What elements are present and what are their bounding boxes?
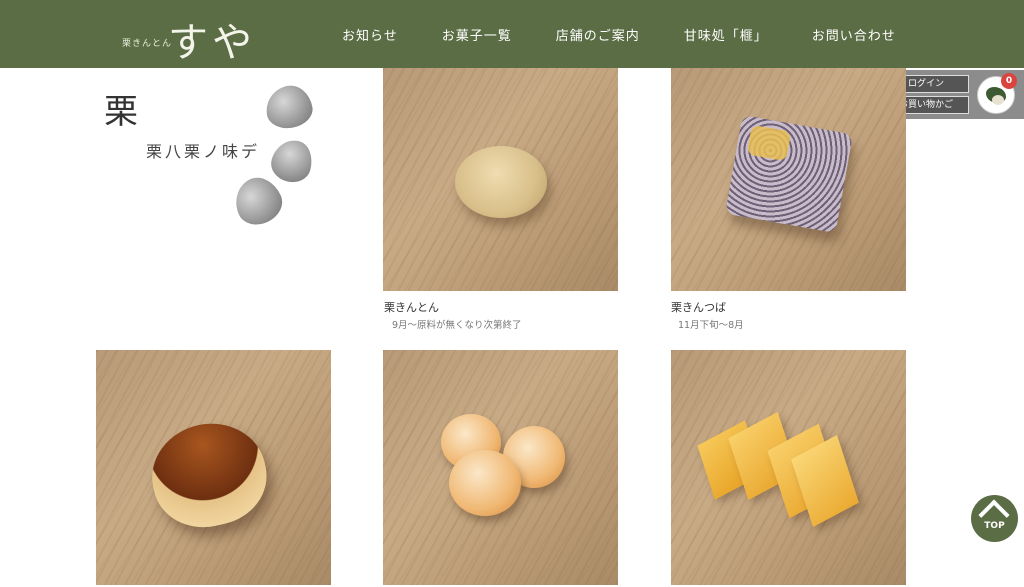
product-image-kuri-manju[interactable]	[96, 350, 331, 585]
main-nav: お知らせ お菓子一覧 店舗のご案内 甘味処「榧」 お問い合わせ	[320, 0, 918, 68]
back-to-top-button[interactable]: TOP	[971, 495, 1018, 542]
product-image-kurikinton[interactable]	[383, 68, 618, 291]
back-to-top-label: TOP	[984, 521, 1005, 531]
product-season: 9月～原料が無くなり次第終了	[392, 320, 522, 331]
cart-count-badge: 0	[1001, 73, 1017, 89]
chestnut-illustration	[262, 82, 316, 132]
nav-item-kaya-cafe[interactable]: 甘味処「榧」	[662, 25, 790, 44]
product-image-kurikintsuba[interactable]	[671, 68, 906, 291]
nav-item-contact[interactable]: お問い合わせ	[790, 25, 918, 44]
chestnut-illustration	[267, 135, 317, 187]
product-name[interactable]: 栗きんとん	[384, 299, 439, 315]
site-header: 栗きんとん すや お知らせ お菓子一覧 店舗のご案内 甘味処「榧」 お問い合わせ	[0, 0, 1024, 68]
nav-item-news[interactable]: お知らせ	[320, 25, 420, 44]
product-season: 11月下旬～8月	[678, 320, 744, 331]
logo-subtitle: 栗きんとん	[122, 39, 173, 49]
chestnut-illustration	[227, 170, 289, 232]
nav-item-store-info[interactable]: 店舗のご案内	[534, 25, 662, 44]
product-image-kuri-yokan[interactable]	[671, 350, 906, 585]
manju-sweet-shape	[142, 413, 276, 537]
kurikintsuba-sweet-shape	[725, 115, 853, 233]
nav-item-sweets-list[interactable]: お菓子一覧	[420, 25, 534, 44]
kurikinton-sweet-shape	[455, 146, 547, 218]
product-name[interactable]: 栗きんつば	[671, 299, 726, 315]
product-image-kuri-candy[interactable]	[383, 350, 618, 585]
logo-wordmark: すや	[168, 20, 256, 66]
candy-ball-shape	[449, 450, 521, 516]
site-logo[interactable]: 栗きんとん すや	[120, 8, 260, 66]
category-subtitle: 栗八栗ノ味デ	[146, 142, 261, 161]
category-title: 栗	[104, 92, 138, 132]
cart-sweet-shape	[992, 95, 1004, 105]
